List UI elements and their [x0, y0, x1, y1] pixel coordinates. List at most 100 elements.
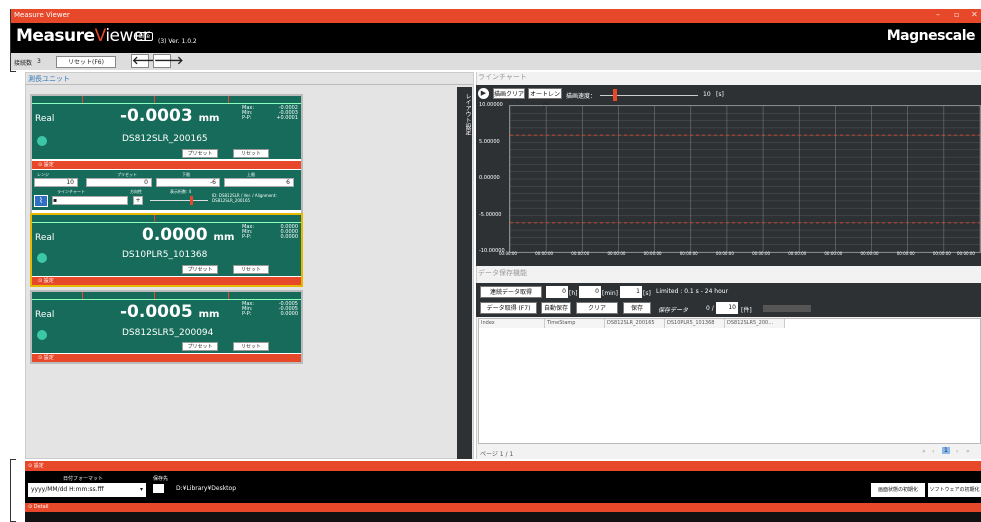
- x-tick-label: 00:00:00: [715, 251, 734, 256]
- range-select[interactable]: 10: [34, 178, 78, 187]
- auto-save-button[interactable]: 自動保存: [541, 302, 571, 314]
- y-tick-label: 10.00000: [479, 102, 503, 108]
- hours-input[interactable]: 0: [546, 286, 568, 298]
- y-tick-label: -5.00000: [479, 211, 502, 218]
- column-header[interactable]: DS812SLR5_200…: [725, 319, 785, 328]
- decimals-slider-thumb[interactable]: [190, 196, 193, 205]
- date-format-select[interactable]: yyyy/MM/dd H:mm:ss.fff ▾: [28, 483, 146, 497]
- reset-screen-button[interactable]: 画面状態の初期化: [871, 483, 925, 497]
- preset-button[interactable]: プリセット: [182, 265, 218, 274]
- next-page-button[interactable]: ›: [956, 448, 958, 455]
- x-tick-label: 00:00:00: [752, 251, 771, 256]
- seconds-input[interactable]: 1: [620, 286, 642, 298]
- unit-card-2[interactable]: Real 0.0000 mm Max: Min: P-P: 0.0000 0.0000…: [30, 213, 303, 287]
- status-indicator: [37, 253, 47, 263]
- y-tick-label: 0.00000: [479, 175, 500, 181]
- settings-toggle[interactable]: ⊙ 設定: [32, 277, 301, 285]
- unit-card-3[interactable]: Real -0.0005 mm Max: Min: P-P: -0.0005 -0.0…: [30, 290, 303, 364]
- layout-settings-tab[interactable]: レイアウト設定: [457, 87, 472, 459]
- line-chart-icon[interactable]: ⌇: [34, 195, 48, 207]
- preset-button[interactable]: プリセット: [182, 342, 218, 351]
- back-arrow-icon[interactable]: 🡐: [131, 54, 162, 68]
- minutes-input[interactable]: 0: [579, 286, 601, 298]
- auto-range-button[interactable]: オートレンジ: [528, 88, 562, 109]
- stat-labels: Max: Min: P-P:: [242, 224, 255, 240]
- data-grid[interactable]: Index TimeStamp DS812SLR_200165 DS10PLR5…: [478, 318, 981, 444]
- column-header[interactable]: Index: [479, 319, 545, 328]
- seconds-unit: [s]: [643, 290, 651, 297]
- first-page-button[interactable]: «: [922, 448, 926, 455]
- column-header[interactable]: DS812SLR_200165: [605, 319, 665, 328]
- save-path: D:¥Library¥Desktop: [176, 485, 236, 492]
- connection-label: 接続数: [14, 60, 33, 67]
- status-indicator: [37, 330, 47, 340]
- measured-value: -0.0005 mm: [120, 302, 220, 322]
- reset-button[interactable]: リセット: [233, 149, 269, 158]
- decimals-slider[interactable]: [150, 200, 208, 201]
- plot-svg: [509, 105, 981, 253]
- reset-button[interactable]: リセット: [233, 342, 269, 351]
- measurement-units-panel: 測長ユニット Real -0.0003 mm Max: Min: P-P: -0.0…: [25, 72, 474, 459]
- save-button[interactable]: 保存: [623, 302, 651, 314]
- x-tick-label: 00:00:00: [643, 251, 662, 256]
- line-chart-title: ラインチャート: [478, 73, 527, 81]
- device-name: DS812SLR_200165: [122, 134, 208, 144]
- column-header[interactable]: TimeStamp: [545, 319, 605, 328]
- settings-toggle[interactable]: ⊙ 設定: [32, 354, 301, 362]
- fetch-data-button[interactable]: データ取得 (F7): [480, 302, 537, 314]
- mode-label: Real: [35, 233, 55, 243]
- continuous-acquisition-button[interactable]: 連続データ取得: [480, 286, 542, 298]
- x-tick-label: 00:00:00: [957, 251, 975, 256]
- upper-limit-input[interactable]: 6: [224, 178, 294, 187]
- reset-all-button[interactable]: リセット(F6): [56, 56, 116, 68]
- x-tick-label: 00:00:00: [499, 251, 517, 256]
- play-icon[interactable]: ▶: [478, 88, 489, 99]
- forward-arrow-icon[interactable]: 🡒: [153, 54, 184, 68]
- clear-chart-button[interactable]: 描画クリア: [493, 88, 525, 99]
- date-format-label: 日付フォーマット: [63, 476, 104, 482]
- x-tick-label: 00:00:00: [860, 251, 879, 256]
- column-header[interactable]: DS10PLR5_101368: [665, 319, 725, 328]
- preset-button[interactable]: プリセット: [182, 149, 218, 158]
- page-1-button[interactable]: 1: [942, 447, 950, 454]
- x-tick-label: 00:00:00: [932, 251, 951, 256]
- max-count-input[interactable]: 10: [716, 302, 738, 314]
- saved-data-label: 保存データ: [658, 307, 689, 314]
- mode-label: Real: [35, 310, 55, 320]
- device-name: DS10PLR5_101368: [122, 250, 208, 260]
- pager: ページ 1 / 1 « ‹ 1 › »: [478, 447, 981, 458]
- stat-values: 0.0000 0.0000 0.0000: [280, 224, 299, 240]
- device-name: DS812SLR5_200094: [122, 328, 214, 338]
- stat-values: -0.0002 -0.0003 +0.0001: [276, 105, 298, 121]
- bottom-bracket: [10, 459, 16, 522]
- line-chart: ▶ 描画クリア オートレンジ 描画速度： 10 [s] 10.00000 5.00…: [476, 85, 981, 266]
- minimize-icon[interactable]: –: [936, 10, 940, 19]
- stat-labels: Max: Min: P-P:: [242, 105, 255, 121]
- lower-limit-input[interactable]: -6: [156, 178, 220, 187]
- stat-labels: Max: Min: P-P:: [242, 301, 255, 317]
- last-page-button[interactable]: »: [966, 448, 970, 455]
- direction-button[interactable]: +: [133, 196, 143, 205]
- panel-title: 測長ユニット: [28, 75, 70, 83]
- preset-input[interactable]: 0: [86, 178, 152, 187]
- color-select[interactable]: ▪: [52, 196, 128, 205]
- lite-badge: Lite: [136, 32, 154, 41]
- detail-toggle[interactable]: ⊙ Detail: [25, 503, 981, 512]
- prev-page-button[interactable]: ‹: [932, 448, 934, 455]
- speed-label: 描画速度：: [566, 93, 597, 100]
- settings-toggle[interactable]: ⊙ 設定: [32, 161, 301, 169]
- settings-bar[interactable]: ⊙ 設定: [25, 461, 981, 471]
- reset-software-button[interactable]: ソフトウェアの初期化: [928, 483, 981, 497]
- unit-settings-panel: レンジ プリセット 下限 上限 10 0 -6 6 ラインチャート 方向性 表示…: [32, 170, 301, 210]
- x-tick-label: 00:00:00: [679, 251, 698, 256]
- window-title: Measure Viewer: [14, 11, 70, 19]
- bottom-settings-panel: 日付フォーマット yyyy/MM/dd H:mm:ss.fff ▾ 保存先 D:¥…: [25, 471, 981, 503]
- close-icon[interactable]: ✕: [971, 10, 978, 19]
- clear-data-button[interactable]: クリア: [576, 302, 618, 314]
- x-tick-label: 00:00:00: [824, 251, 843, 256]
- maximize-icon[interactable]: ▫: [954, 10, 959, 19]
- folder-icon[interactable]: [153, 484, 164, 493]
- toolbar: 接続数 3 リセット(F6) 🡐 🡒: [11, 53, 981, 70]
- reset-button[interactable]: リセット: [233, 265, 269, 274]
- speed-slider-thumb[interactable]: [612, 89, 617, 101]
